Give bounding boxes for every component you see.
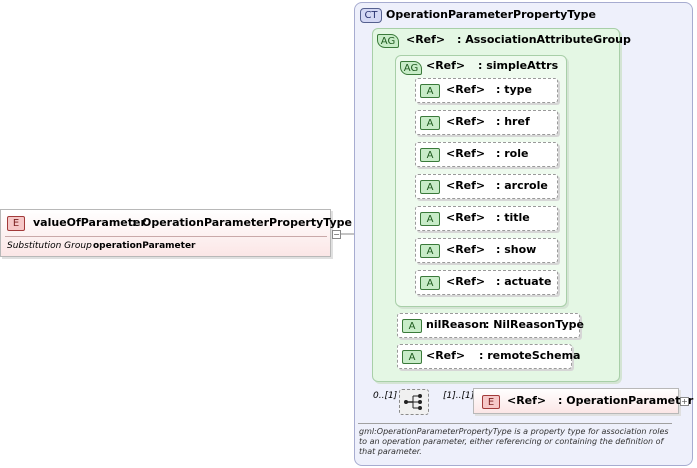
attribute-name: : actuate	[496, 275, 552, 288]
attribute-badge: A	[420, 148, 440, 162]
child-element-ref: <Ref>	[507, 394, 547, 407]
documentation-divider	[358, 423, 672, 424]
attribute-title[interactable]: A <Ref> : title	[415, 206, 558, 231]
element-name: valueOfParameter	[33, 216, 146, 229]
element-operation-parameter[interactable]: E <Ref> : OperationParameter	[473, 388, 693, 414]
attribute-badge: A	[402, 319, 422, 333]
sequence-icon	[404, 394, 422, 410]
element-type: OperationParameterPropertyType	[142, 216, 352, 229]
attribute-nil-reason[interactable]: A nilReason : NilReasonType	[397, 313, 584, 338]
child-element-name: : OperationParameter	[558, 394, 694, 407]
child-element-expand-toggle[interactable]: +	[680, 397, 689, 406]
assoc-group-ref: <Ref>	[406, 33, 446, 46]
attribute-href[interactable]: A <Ref> : href	[415, 110, 558, 135]
attribute-badge: A	[420, 276, 440, 290]
attribute-badge: A	[420, 244, 440, 258]
nil-reason-name: nilReason	[426, 318, 487, 331]
complex-type-name: OperationParameterPropertyType	[386, 8, 596, 21]
attribute-show[interactable]: A <Ref> : show	[415, 238, 558, 263]
sequence-compositor[interactable]	[399, 389, 429, 415]
element-collapse-toggle[interactable]: −	[332, 230, 341, 239]
attribute-ref: <Ref>	[446, 179, 486, 192]
complex-type-badge: CT	[360, 8, 382, 23]
sequence-cardinality-left: 0..[1]	[373, 391, 398, 401]
nil-reason-type: : NilReasonType	[485, 318, 584, 331]
attribute-name: : arcrole	[496, 179, 548, 192]
attribute-badge: A	[420, 84, 440, 98]
substitution-group-label: Substitution Group	[7, 241, 92, 251]
attribute-ref: <Ref>	[446, 275, 486, 288]
element-divider	[5, 236, 327, 237]
substitution-group-value: operationParameter	[93, 241, 196, 251]
simple-attrs-ref: <Ref>	[426, 59, 466, 72]
documentation-text: gml:OperationParameterPropertyType is a …	[359, 427, 669, 456]
attribute-name: : title	[496, 211, 530, 224]
attribute-group-badge: AG	[400, 61, 422, 75]
assoc-group-name: : AssociationAttributeGroup	[457, 33, 631, 46]
attribute-remote-schema[interactable]: A <Ref> : remoteSchema	[397, 344, 580, 369]
remote-schema-name: : remoteSchema	[479, 349, 581, 362]
attribute-badge: A	[420, 180, 440, 194]
simple-attrs-name: : simpleAttrs	[478, 59, 559, 72]
attribute-role[interactable]: A <Ref> : role	[415, 142, 558, 167]
attribute-name: : type	[496, 83, 532, 96]
attribute-name: : href	[496, 115, 530, 128]
attribute-name: : role	[496, 147, 529, 160]
element-value-of-parameter[interactable]: E valueOfParameter : OperationParameterP…	[0, 209, 352, 257]
attribute-ref: <Ref>	[446, 147, 486, 160]
attribute-badge: A	[420, 212, 440, 226]
attribute-group-badge: AG	[377, 34, 399, 48]
element-badge: E	[482, 395, 500, 409]
sequence-cardinality-right: [1]..[1]	[443, 391, 475, 401]
attribute-actuate[interactable]: A <Ref> : actuate	[415, 270, 558, 295]
element-badge: E	[7, 216, 25, 231]
attribute-type[interactable]: A <Ref> : type	[415, 78, 558, 103]
attribute-name: : show	[496, 243, 537, 256]
attribute-ref: <Ref>	[446, 83, 486, 96]
attribute-ref: <Ref>	[446, 211, 486, 224]
attribute-ref: <Ref>	[446, 115, 486, 128]
attribute-arcrole[interactable]: A <Ref> : arcrole	[415, 174, 558, 199]
attribute-badge: A	[402, 350, 422, 364]
attribute-ref: <Ref>	[446, 243, 486, 256]
element-separator: :	[132, 216, 137, 229]
attribute-badge: A	[420, 116, 440, 130]
remote-schema-ref: <Ref>	[426, 349, 466, 362]
